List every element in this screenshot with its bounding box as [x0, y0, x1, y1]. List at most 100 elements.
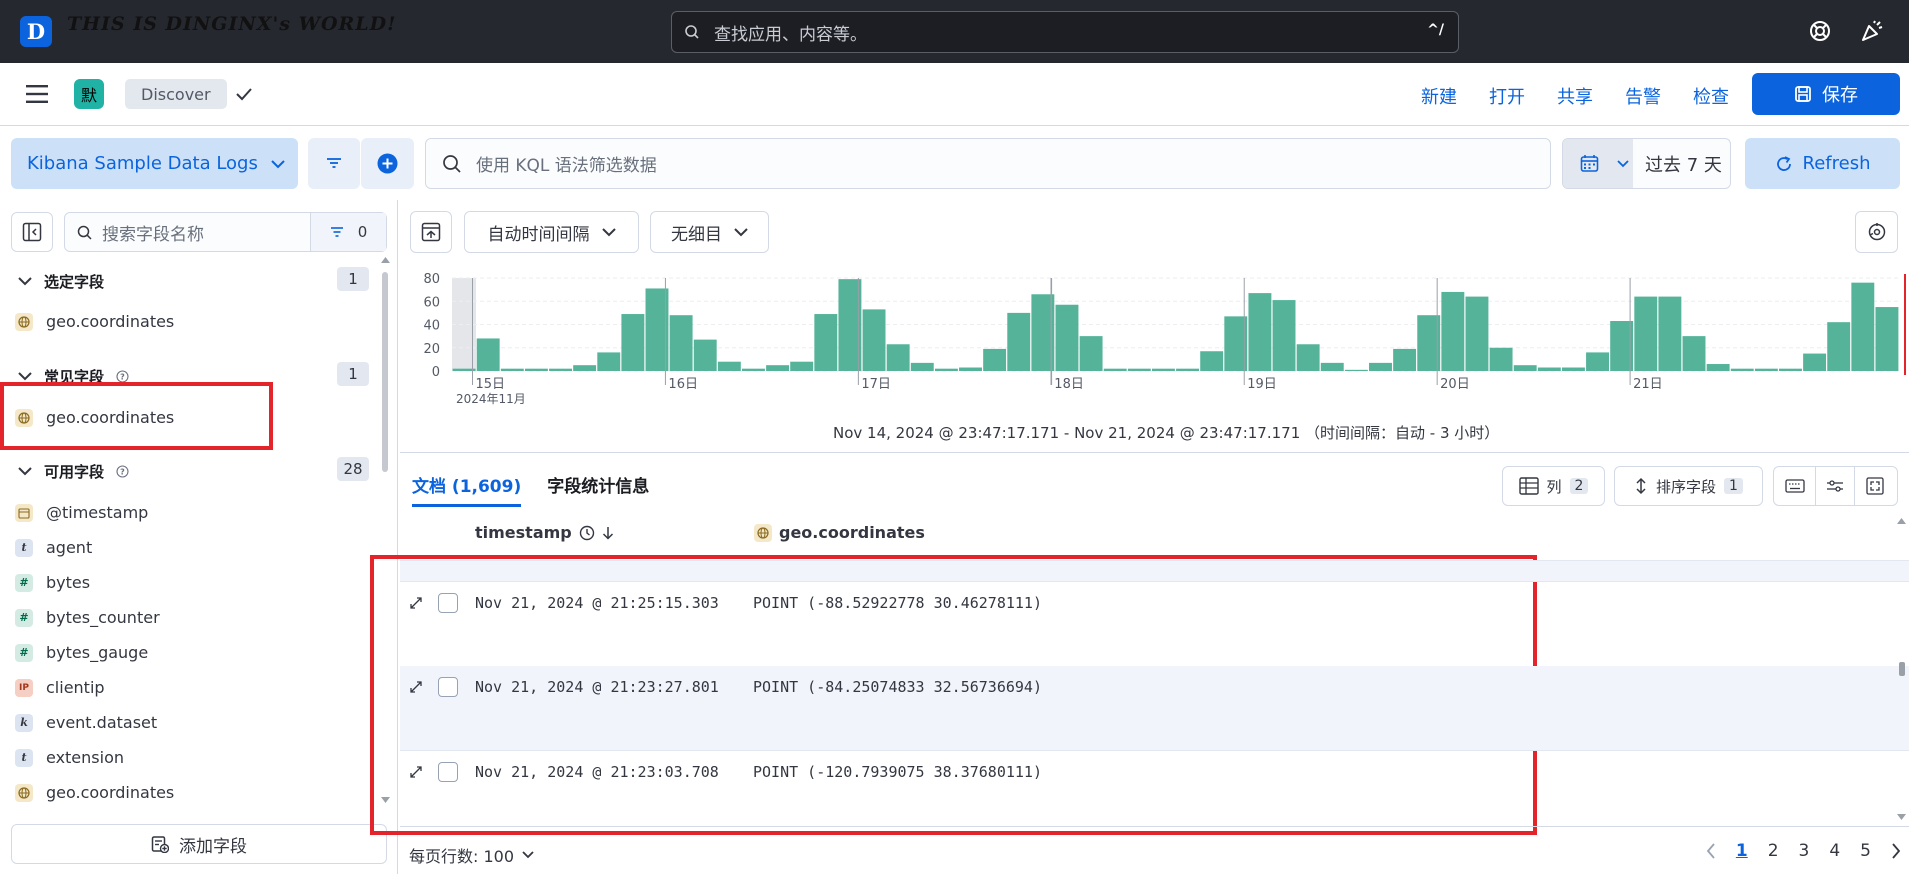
arrow-down-icon[interactable] [602, 526, 614, 540]
histogram-bar[interactable] [1200, 351, 1224, 371]
histogram-bar[interactable] [1393, 348, 1417, 371]
histogram-bar[interactable] [1803, 353, 1827, 371]
histogram-bar[interactable] [1369, 362, 1392, 371]
expand-icon[interactable] [408, 595, 424, 611]
grid-scrollbar[interactable] [1899, 662, 1905, 676]
tab-documents[interactable]: 文档 (1,609) [412, 472, 522, 507]
histogram-bar[interactable] [669, 315, 693, 371]
histogram-bar[interactable] [1296, 344, 1320, 371]
info-icon[interactable]: ? [116, 465, 129, 478]
field-item[interactable]: # bytes_counter [15, 608, 160, 627]
histogram-bar[interactable] [717, 361, 741, 371]
global-search-input[interactable]: 查找应用、内容等。 ^/ [671, 11, 1459, 53]
filter-menu-button[interactable] [308, 138, 360, 189]
histogram-bar[interactable] [476, 338, 500, 371]
histogram-bar[interactable] [742, 368, 765, 371]
histogram-bar[interactable] [790, 361, 814, 371]
histogram-bar[interactable] [1079, 336, 1103, 371]
share-link[interactable]: 共享 [1557, 83, 1593, 109]
chevron-left-icon[interactable] [1706, 843, 1716, 859]
histogram-bar[interactable] [1176, 368, 1200, 371]
field-item[interactable]: # bytes_gauge [15, 643, 148, 662]
histogram-bar[interactable] [983, 348, 1007, 371]
inspect-link[interactable]: 检查 [1693, 83, 1729, 109]
histogram-bar[interactable] [1682, 336, 1706, 371]
table-row[interactable]: Nov 21, 2024 @ 21:23:03.708 POINT (-120.… [400, 750, 1909, 834]
space-avatar[interactable]: 默 [74, 79, 104, 109]
field-item[interactable]: t extension [15, 748, 124, 767]
checkmark-icon[interactable] [235, 87, 253, 101]
histogram-bar[interactable] [1561, 367, 1585, 371]
page-5[interactable]: 5 [1860, 841, 1871, 861]
save-button[interactable]: 保存 [1752, 73, 1900, 115]
histogram-bar[interactable] [1248, 293, 1272, 371]
columns-button[interactable]: 列 2 [1502, 466, 1605, 506]
histogram-chart[interactable]: 80 60 40 20 0 15日 16日 17日 18日 19日 20日 21日 2024年11月 [400, 268, 1909, 408]
histogram-bar[interactable] [1851, 282, 1875, 371]
sidebar-scrollbar[interactable] [382, 272, 388, 472]
news-feed-icon[interactable] [1860, 19, 1884, 43]
data-view-picker[interactable]: Kibana Sample Data Logs [11, 138, 298, 189]
date-range-label[interactable]: 过去 7 天 [1645, 151, 1722, 177]
page-1[interactable]: 1 [1736, 841, 1748, 861]
histogram-bar[interactable] [1465, 296, 1489, 371]
quick-menu-button[interactable] [1563, 139, 1633, 188]
keyboard-icon[interactable] [1776, 467, 1816, 505]
histogram-bar[interactable] [1827, 322, 1851, 371]
scroll-down-icon[interactable] [1897, 814, 1906, 820]
open-link[interactable]: 打开 [1489, 83, 1525, 109]
histogram-bar[interactable] [500, 368, 524, 371]
histogram-bar[interactable] [1127, 368, 1151, 371]
fullscreen-icon[interactable] [1855, 467, 1895, 505]
add-field-button[interactable]: 添加字段 [11, 824, 387, 864]
table-row[interactable]: Nov 21, 2024 @ 21:23:27.801 POINT (-84.2… [400, 666, 1909, 750]
histogram-bar[interactable] [1103, 368, 1127, 371]
histogram-bar[interactable] [959, 367, 982, 371]
column-header-timestamp[interactable]: timestamp [475, 523, 614, 542]
field-item[interactable]: geo.coordinates [15, 312, 174, 331]
table-row[interactable]: Nov 21, 2024 @ 21:25:15.303 POINT (-88.5… [400, 582, 1909, 666]
histogram-bar[interactable] [621, 314, 645, 371]
histogram-bar[interactable] [1730, 368, 1754, 371]
field-item[interactable]: # bytes [15, 573, 90, 592]
histogram-bar[interactable] [1634, 296, 1658, 371]
histogram-bar[interactable] [1272, 300, 1296, 371]
field-item[interactable]: geo.coordinates [15, 783, 174, 802]
breakdown-select[interactable]: 无细目 [650, 211, 769, 253]
histogram-bar[interactable] [910, 362, 934, 371]
chevron-right-icon[interactable] [1891, 843, 1901, 859]
field-item[interactable]: @timestamp [15, 503, 148, 522]
histogram-bar[interactable] [1513, 365, 1537, 371]
toggle-chart-button[interactable] [410, 211, 452, 253]
histogram-bar[interactable] [1344, 369, 1368, 371]
histogram-bar[interactable] [1007, 312, 1031, 371]
histogram-bar[interactable] [1706, 364, 1730, 371]
histogram-bar[interactable] [573, 365, 597, 371]
add-filter-button[interactable] [361, 138, 414, 189]
row-checkbox[interactable] [438, 762, 458, 782]
alerts-link[interactable]: 告警 [1625, 83, 1661, 109]
histogram-bar[interactable] [1658, 296, 1682, 371]
sort-fields-button[interactable]: 排序字段 1 [1614, 466, 1763, 506]
field-item[interactable]: t agent [15, 538, 92, 557]
histogram-bar[interactable] [549, 368, 572, 371]
help-icon[interactable] [1808, 19, 1832, 43]
new-link[interactable]: 新建 [1421, 83, 1457, 109]
field-search-input[interactable]: 搜索字段名称 0 [64, 212, 387, 252]
histogram-bar[interactable] [1489, 347, 1513, 371]
kql-query-input[interactable]: 使用 KQL 语法筛选数据 [425, 138, 1551, 189]
histogram-bar[interactable] [597, 352, 621, 371]
histogram-bar[interactable] [693, 339, 717, 371]
menu-icon[interactable] [26, 85, 48, 103]
chart-options-button[interactable] [1855, 211, 1898, 253]
collapse-sidebar-button[interactable] [11, 212, 53, 252]
histogram-bar[interactable] [862, 309, 886, 371]
histogram-bar[interactable] [1779, 368, 1802, 371]
histogram-bar[interactable] [1151, 368, 1175, 371]
page-3[interactable]: 3 [1799, 841, 1810, 861]
histogram-bar[interactable] [1537, 367, 1561, 371]
expand-icon[interactable] [408, 679, 424, 695]
scroll-up-icon[interactable] [1897, 518, 1906, 524]
histogram-bar[interactable] [1586, 352, 1609, 371]
histogram-bar[interactable] [1875, 307, 1899, 371]
